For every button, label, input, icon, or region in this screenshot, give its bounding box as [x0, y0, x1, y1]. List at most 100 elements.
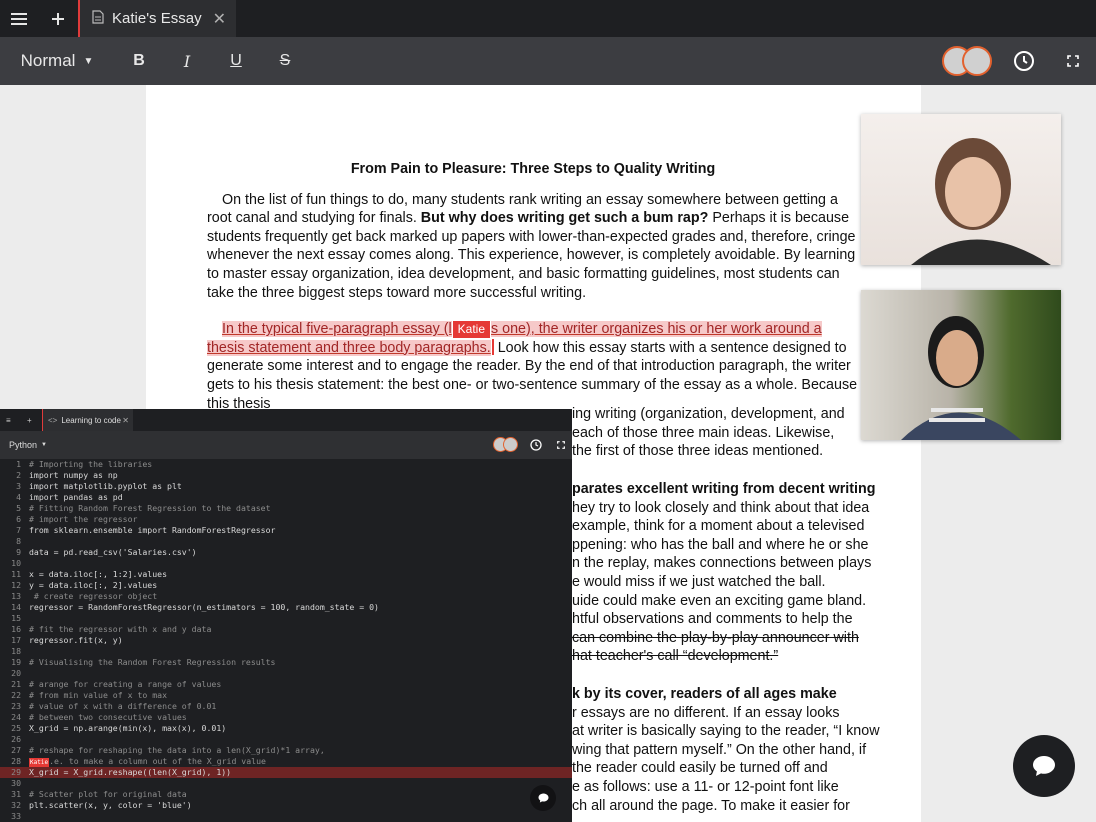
clock-icon[interactable]: [1008, 37, 1040, 85]
code-text: # import the regressor: [29, 514, 138, 524]
code-file-icon: <>: [48, 415, 58, 425]
code-line[interactable]: 1 # Importing the libraries: [0, 459, 572, 470]
code-line[interactable]: 8: [0, 536, 572, 547]
tab-katies-essay[interactable]: Katie's Essay ✕: [78, 0, 236, 37]
line-number: 33: [11, 811, 21, 821]
bold-button[interactable]: B: [122, 37, 156, 85]
code-line[interactable]: 30: [0, 778, 572, 789]
code-editor-window[interactable]: ≡ + <> Learning to code ✕ Python ▼ 1 # Im…: [0, 409, 572, 822]
plus-icon[interactable]: +: [27, 409, 32, 431]
collaborator-avatars[interactable]: [942, 44, 994, 78]
p3-line: each of those three main ideas. Likewise…: [572, 424, 835, 441]
code-line[interactable]: 7 from sklearn.ensemble import RandomFore…: [0, 525, 572, 536]
underline-button[interactable]: U: [219, 37, 253, 85]
code-text: import matplotlib.pyplot as plt: [29, 481, 182, 491]
paragraph-style-select[interactable]: Normal ▼: [12, 37, 102, 85]
line-number: 20: [11, 668, 21, 678]
code-line[interactable]: 11 x = data.iloc[:, 1:2].values: [0, 569, 572, 580]
line-number: 7: [16, 525, 21, 535]
tab-title: Learning to code: [61, 415, 121, 425]
document-body[interactable]: From Pain to Pleasure: Three Steps to Qu…: [207, 160, 859, 413]
chevron-down-icon: ▼: [83, 55, 94, 67]
line-number: 16: [11, 624, 21, 634]
chat-bubble-icon[interactable]: [530, 785, 556, 811]
code-text: # between two consecutive values: [29, 712, 187, 722]
code-line[interactable]: 9 data = pd.read_csv('Salaries.csv'): [0, 547, 572, 558]
code-text: # arange for creating a range of values: [29, 679, 222, 689]
p4-line: htful observations and comments to help …: [572, 611, 853, 628]
code-line[interactable]: 28 Katie.e. to make a column out of the X…: [0, 756, 572, 767]
code-line[interactable]: 32 plt.scatter(x, y, color = 'blue'): [0, 800, 572, 811]
code-line[interactable]: 26: [0, 734, 572, 745]
tab-learning-to-code[interactable]: <> Learning to code ✕: [42, 409, 133, 431]
line-number: 29: [11, 767, 21, 777]
collaborator-cursor-label: Katie: [29, 758, 50, 767]
chat-bubble-icon[interactable]: [1013, 735, 1075, 797]
fullscreen-icon[interactable]: [557, 431, 565, 459]
code-line[interactable]: 27 # reshape for reshaping the data into …: [0, 745, 572, 756]
p4-line: uide could make even an exciting game bl…: [572, 592, 867, 609]
p5-line: the reader could easily be turned off an…: [572, 760, 828, 777]
code-line[interactable]: 12 y = data.iloc[:, 2].values: [0, 580, 572, 591]
code-line[interactable]: 24 # between two consecutive values: [0, 712, 572, 723]
italic-button[interactable]: I: [170, 37, 204, 85]
close-icon[interactable]: ✕: [122, 416, 129, 425]
p5-line: r essays are no different. If an essay l…: [572, 704, 840, 721]
code-line[interactable]: 21 # arange for creating a range of value…: [0, 679, 572, 690]
plus-icon[interactable]: [39, 0, 77, 37]
code-line[interactable]: 15: [0, 613, 572, 624]
code-text: plt.scatter(x, y, color = 'blue'): [29, 800, 192, 810]
code-line[interactable]: 14 regressor = RandomForestRegressor(n_es…: [0, 602, 572, 613]
code-line[interactable]: 31 # Scatter plot for original data: [0, 789, 572, 800]
code-text: x = data.iloc[:, 1:2].values: [29, 569, 168, 579]
code-line[interactable]: 29 X_grid = X_grid.reshape((len(X_grid), …: [0, 767, 572, 778]
language-select[interactable]: Python ▼: [9, 431, 47, 459]
line-number: 1: [16, 459, 21, 469]
code-line[interactable]: 3 import matplotlib.pyplot as plt: [0, 481, 572, 492]
p4-line: n the replay, makes connections between …: [572, 555, 872, 572]
line-number: 26: [11, 734, 21, 744]
code-text: # Scatter plot for original data: [29, 789, 187, 799]
code-line[interactable]: 19 # Visualising the Random Forest Regres…: [0, 657, 572, 668]
video-tile[interactable]: [861, 290, 1061, 440]
code-line[interactable]: 20: [0, 668, 572, 679]
code-line[interactable]: 22 # from min value of x to max: [0, 690, 572, 701]
hamburger-menu-icon[interactable]: ≡: [6, 409, 11, 431]
line-number: 10: [11, 558, 21, 568]
document-title: From Pain to Pleasure: Three Steps to Qu…: [350, 161, 716, 177]
line-number: 8: [16, 536, 21, 546]
collaborator-avatars[interactable]: [493, 437, 523, 453]
strikethrough-button[interactable]: S: [268, 37, 302, 85]
video-tile[interactable]: [861, 114, 1061, 265]
code-line[interactable]: 25 X_grid = np.arange(min(x), max(x), 0.0…: [0, 723, 572, 734]
code-text: from sklearn.ensemble import RandomFores…: [29, 525, 276, 535]
line-number: 17: [11, 635, 21, 645]
code-line[interactable]: 18: [0, 646, 572, 657]
code-line[interactable]: 33: [0, 811, 572, 822]
code-line[interactable]: 5 # Fitting Random Forest Regression to t…: [0, 503, 572, 514]
p5-line: e as follows: use a 11- or 12-point font…: [572, 778, 839, 795]
line-number: 19: [11, 657, 21, 667]
p4-struck-line: can combine the play-by-play announcer w…: [572, 629, 859, 646]
code-line[interactable]: 13 # create regressor object: [0, 591, 572, 602]
close-icon[interactable]: ✕: [213, 9, 226, 29]
avatar: [962, 46, 992, 76]
code-line[interactable]: 4 import pandas as pd: [0, 492, 572, 503]
code-top-bar: ≡ + <> Learning to code ✕: [0, 409, 572, 431]
line-number: 13: [11, 591, 21, 601]
code-line[interactable]: 17 regressor.fit(x, y): [0, 635, 572, 646]
clock-icon[interactable]: [530, 431, 542, 459]
p4-line: e would miss if we just watched the ball…: [572, 573, 826, 590]
code-text: y = data.iloc[:, 2].values: [29, 580, 158, 590]
fullscreen-icon[interactable]: [1058, 37, 1088, 85]
code-body[interactable]: 1 # Importing the libraries 2 import numpy …: [0, 459, 572, 822]
paragraph-2-tail: ing writing (organization, development, …: [562, 405, 862, 461]
code-line[interactable]: 6 # import the regressor: [0, 514, 572, 525]
code-line[interactable]: 16 # fit the regressor with x and y data: [0, 624, 572, 635]
p3-line: the first of those three ideas mentioned…: [572, 443, 824, 460]
code-line[interactable]: 2 import numpy as np: [0, 470, 572, 481]
collaborator-cursor-label: Katie: [452, 321, 491, 339]
code-line[interactable]: 10: [0, 558, 572, 569]
hamburger-menu-icon[interactable]: [0, 0, 38, 37]
code-line[interactable]: 23 # value of x with a difference of 0.01: [0, 701, 572, 712]
